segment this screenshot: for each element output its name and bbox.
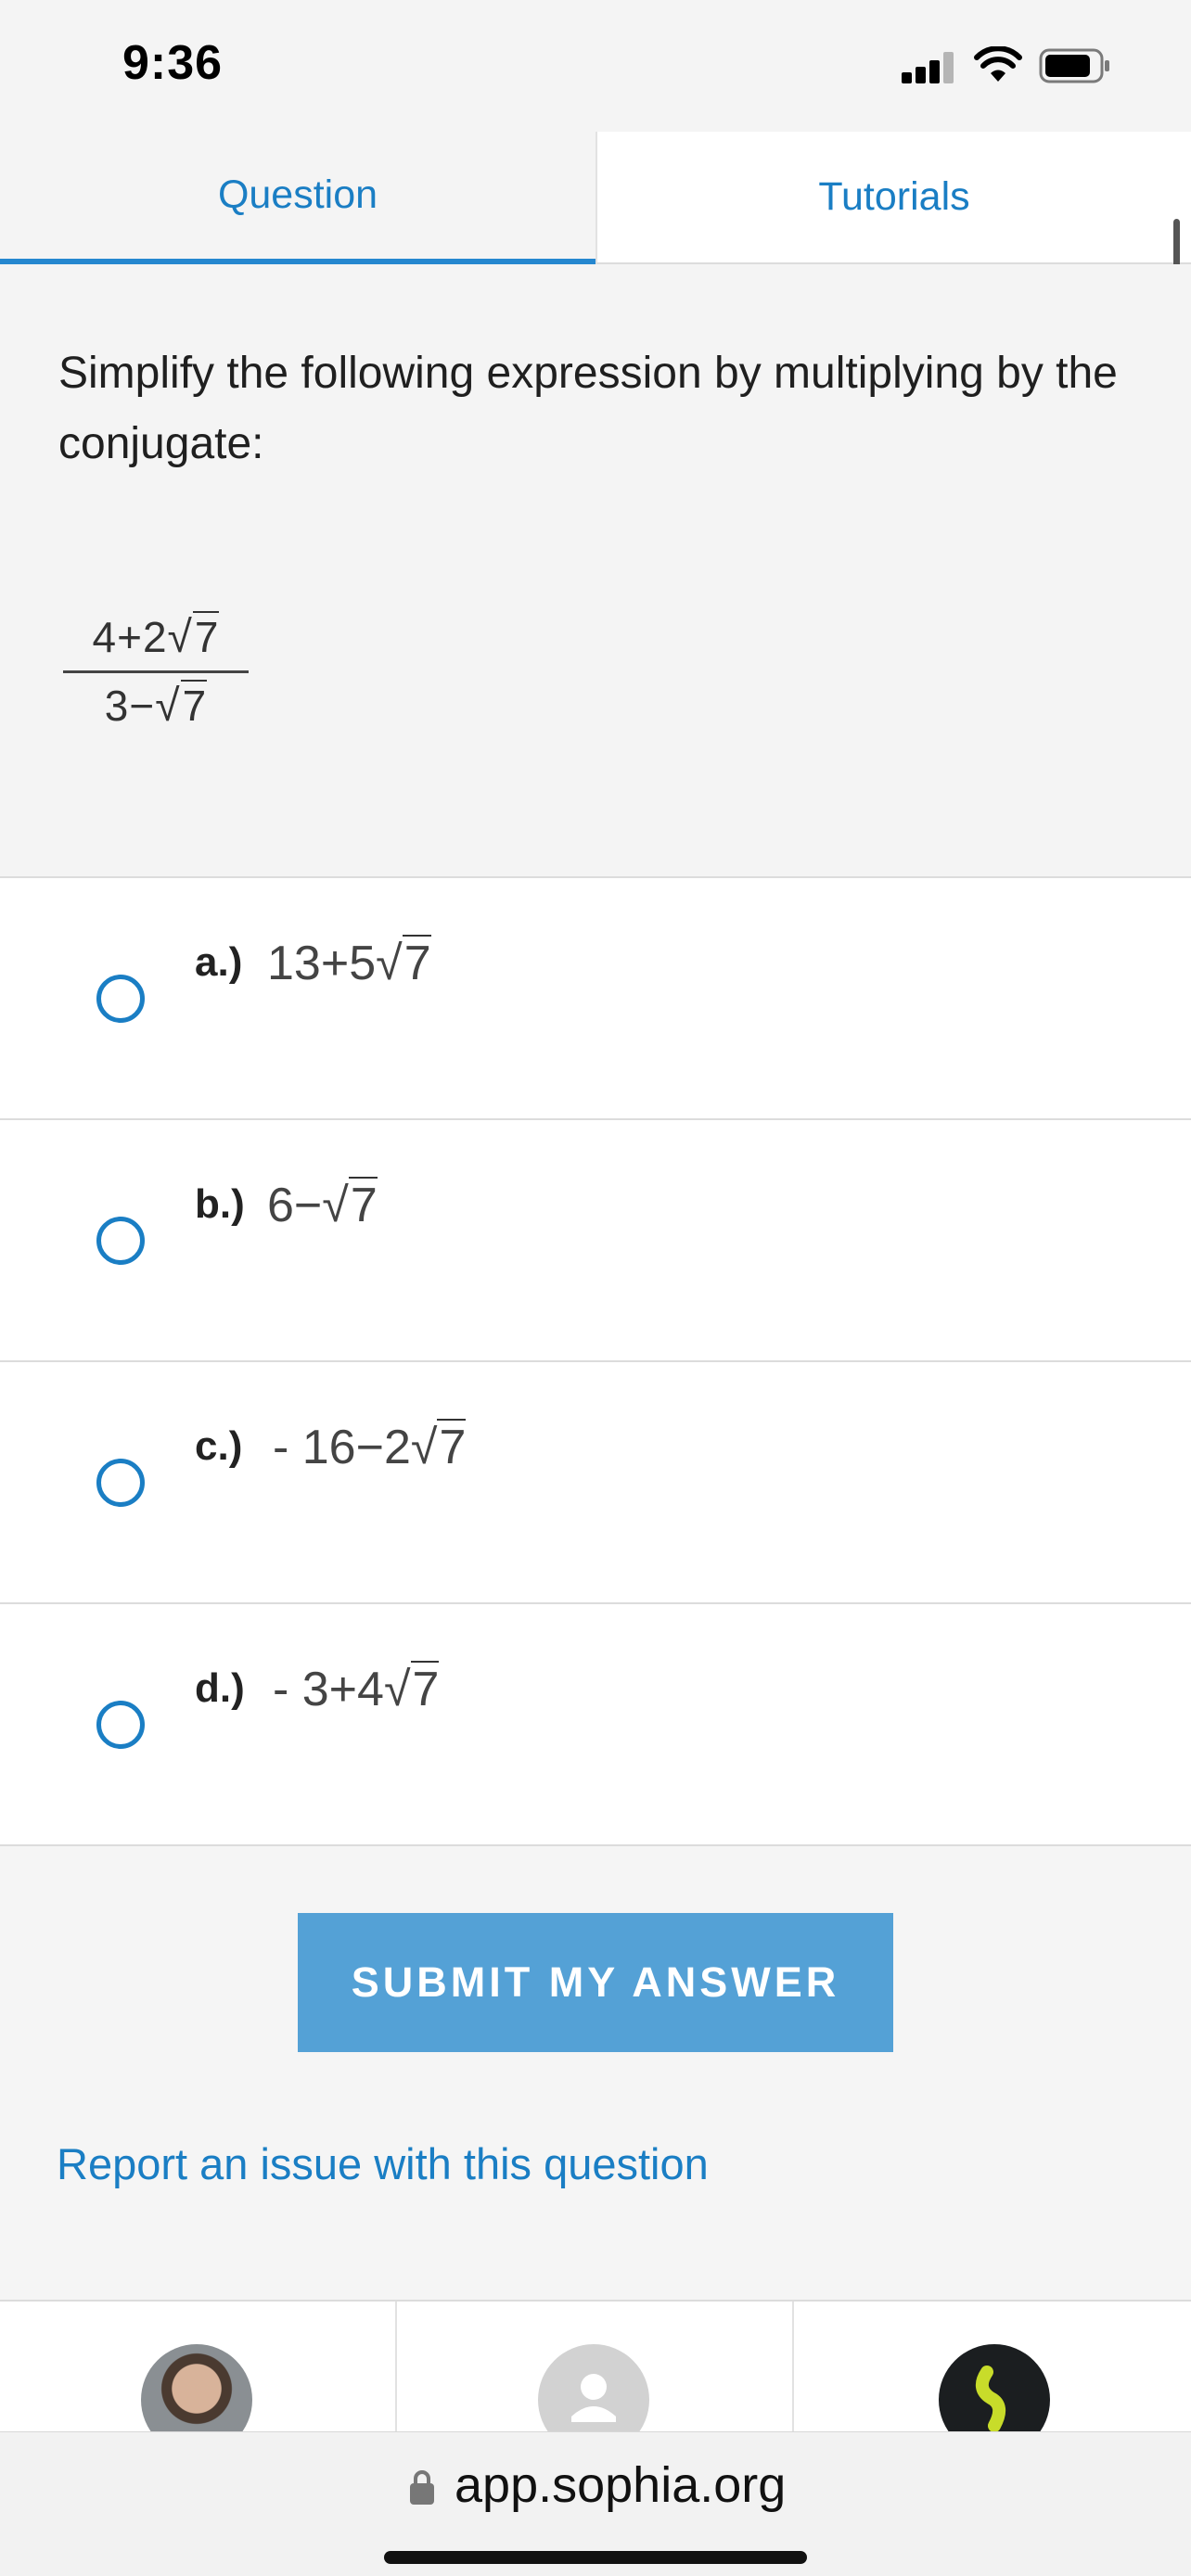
- battery-icon: [1039, 48, 1109, 83]
- expression-denominator: 3−√7: [104, 680, 208, 731]
- option-expression: 6−√7: [267, 1177, 378, 1232]
- wifi-icon: [974, 46, 1022, 82]
- radio-button-d[interactable]: [96, 1701, 145, 1749]
- sophia-logo-icon[interactable]: [939, 2344, 1050, 2431]
- radio-button-b[interactable]: [96, 1217, 145, 1265]
- option-expression: - 16−2√7: [273, 1419, 467, 1474]
- avatar[interactable]: [141, 2344, 252, 2431]
- lock-icon: [410, 2470, 434, 2505]
- browser-url-bar[interactable]: app.sophia.org: [0, 2431, 1191, 2576]
- expression-numerator: 4+2√7: [92, 611, 220, 662]
- option-expression: - 3+4√7: [273, 1661, 440, 1716]
- status-bar: 9:36: [0, 0, 1191, 132]
- question-expression: 4+2√7 3−√7: [63, 611, 249, 732]
- radio-button-a[interactable]: [96, 975, 145, 1023]
- tab-bar: Question Tutorials: [0, 132, 1191, 264]
- question-panel: Simplify the following expression by mul…: [0, 264, 1191, 878]
- bottom-nav: [0, 2300, 1191, 2431]
- nav-item-sophia[interactable]: [794, 2302, 1191, 2431]
- option-label: c.): [195, 1423, 243, 1469]
- report-issue-link[interactable]: Report an issue with this question: [57, 2138, 709, 2189]
- cellular-signal-icon: [902, 52, 955, 83]
- nav-item-avatar[interactable]: [0, 2302, 397, 2431]
- radio-button-c[interactable]: [96, 1459, 145, 1507]
- submit-answer-button[interactable]: SUBMIT MY ANSWER: [298, 1913, 893, 2052]
- status-time: 9:36: [122, 36, 224, 90]
- answer-option-c[interactable]: c.) - 16−2√7: [0, 1362, 1191, 1604]
- answer-option-b[interactable]: b.) 6−√7: [0, 1120, 1191, 1362]
- option-label: a.): [195, 939, 243, 985]
- tab-tutorials[interactable]: Tutorials: [596, 132, 1191, 264]
- answer-option-a[interactable]: a.) 13+5√7: [0, 878, 1191, 1120]
- url-text: app.sophia.org: [455, 2457, 787, 2513]
- option-label: b.): [195, 1181, 245, 1227]
- answer-option-d[interactable]: d.) - 3+4√7: [0, 1604, 1191, 1846]
- tab-question[interactable]: Question: [0, 132, 596, 264]
- person-icon[interactable]: [538, 2344, 649, 2431]
- option-expression: 13+5√7: [267, 935, 431, 990]
- nav-item-profile[interactable]: [397, 2302, 794, 2431]
- question-prompt: Simplify the following expression by mul…: [58, 349, 1118, 468]
- home-indicator[interactable]: [384, 2551, 807, 2564]
- fraction-bar: [63, 670, 249, 673]
- option-label: d.): [195, 1665, 245, 1711]
